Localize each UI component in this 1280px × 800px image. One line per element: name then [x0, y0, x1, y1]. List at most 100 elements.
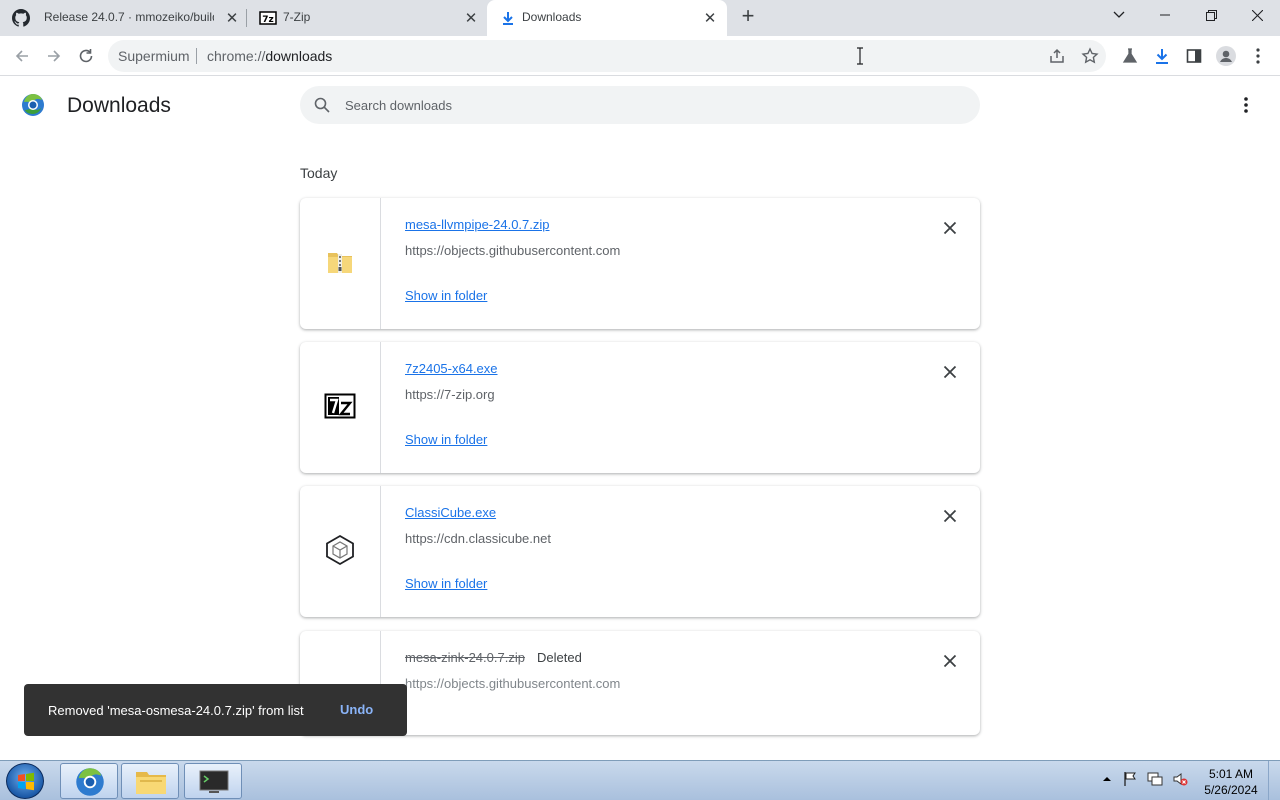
svg-text:7z: 7z [262, 15, 274, 25]
file-icon-column [300, 342, 381, 473]
tab-strip: Release 24.0.7 · mmozeiko/build ✕ 7z 7-Z… [0, 0, 1280, 36]
remove-from-list-icon[interactable] [940, 218, 960, 238]
downloads-button[interactable] [1151, 45, 1173, 67]
toast-notification: Removed 'mesa-osmesa-24.0.7.zip' from li… [24, 684, 407, 736]
clock-date: 5/26/2024 [1204, 783, 1258, 797]
chevron-down-icon [1113, 11, 1125, 18]
show-in-folder-link[interactable]: Show in folder [405, 432, 487, 447]
avatar-icon [1216, 46, 1236, 66]
profile-button[interactable] [1215, 45, 1237, 67]
7zip-icon: 7z [259, 11, 277, 25]
text-cursor-icon [857, 47, 863, 65]
download-icon [503, 12, 513, 25]
clock-time: 5:01 AM [1208, 767, 1254, 781]
show-desktop-button[interactable] [1268, 761, 1280, 800]
flask-icon [1122, 48, 1138, 63]
more-actions-icon[interactable] [1236, 95, 1256, 115]
download-item: ClassiCube.exe https://cdn.classicube.ne… [300, 486, 980, 617]
toast-message: Removed 'mesa-osmesa-24.0.7.zip' from li… [48, 703, 304, 718]
restore-icon [1205, 9, 1217, 21]
star-icon [1081, 47, 1099, 64]
reload-icon [79, 49, 93, 63]
undo-button[interactable]: Undo [340, 702, 373, 717]
address-bar[interactable]: Supermium chrome://downloads [108, 40, 1106, 72]
network-icon[interactable] [1147, 771, 1163, 787]
restore-button[interactable] [1188, 0, 1234, 30]
minimize-icon [1160, 14, 1170, 16]
zip-folder-icon [328, 253, 352, 273]
cube-icon [326, 534, 354, 566]
taskbar-terminal-button[interactable] [184, 763, 242, 799]
supermium-logo-icon [22, 94, 44, 116]
download-item: 7z2405-x64.exe https://7-zip.org Show in… [300, 342, 980, 473]
side-panel-icon [1186, 49, 1202, 63]
new-tab-button[interactable]: + [737, 5, 759, 28]
tab-downloads[interactable]: Downloads ✕ [487, 0, 727, 36]
close-icon [1251, 9, 1263, 21]
file-icon-column [300, 486, 381, 617]
download-item: mesa-llvmpipe-24.0.7.zip https://objects… [300, 198, 980, 329]
file-name-deleted: mesa-zink-24.0.7.zip [405, 650, 525, 665]
bookmark-button[interactable] [1081, 47, 1099, 65]
page-title: Downloads [67, 94, 171, 117]
side-panel-button[interactable] [1183, 45, 1205, 67]
site-chip: Supermium [118, 48, 190, 64]
action-center-flag-icon[interactable] [1122, 771, 1138, 787]
status-badge: Deleted [537, 650, 582, 665]
source-url[interactable]: https://7-zip.org [405, 387, 495, 402]
url-scheme: chrome:// [207, 48, 266, 64]
remove-from-list-icon[interactable] [940, 651, 960, 671]
volume-muted-icon[interactable] [1172, 771, 1188, 787]
7zip-icon [324, 393, 356, 419]
browser-menu-button[interactable] [1247, 45, 1269, 67]
browser-toolbar: Supermium chrome://downloads [0, 36, 1280, 76]
start-button[interactable] [6, 763, 44, 799]
file-name-link[interactable]: mesa-llvmpipe-24.0.7.zip [405, 217, 550, 232]
forward-button[interactable] [43, 45, 65, 67]
source-url[interactable]: https://objects.githubusercontent.com [405, 243, 620, 258]
windows-logo-icon [18, 772, 34, 791]
share-icon [1050, 48, 1064, 63]
download-icon [1156, 49, 1168, 64]
source-url[interactable]: https://cdn.classicube.net [405, 531, 551, 546]
supermium-icon [76, 768, 104, 796]
remove-from-list-icon[interactable] [940, 362, 960, 382]
taskbar-browser-button[interactable] [60, 763, 118, 799]
search-icon [314, 97, 330, 113]
file-name-link[interactable]: ClassiCube.exe [405, 505, 496, 520]
minimize-button[interactable] [1142, 0, 1188, 30]
more-vert-icon [1256, 48, 1260, 64]
date-section-label: Today [300, 165, 338, 181]
taskbar-explorer-button[interactable] [121, 763, 179, 799]
tab-7zip[interactable]: 7z 7-Zip ✕ [247, 0, 487, 36]
folder-icon [136, 772, 166, 794]
windows-taskbar: 5:01 AM 5/26/2024 [0, 760, 1280, 800]
show-hidden-icons-icon[interactable] [1099, 771, 1115, 787]
file-name-link[interactable]: 7z2405-x64.exe [405, 361, 498, 376]
share-button[interactable] [1048, 47, 1066, 65]
show-in-folder-link[interactable]: Show in folder [405, 576, 487, 591]
close-tab-icon[interactable]: ✕ [461, 8, 481, 28]
terminal-icon [199, 770, 229, 793]
extensions-button[interactable] [1119, 45, 1141, 67]
arrow-right-icon [48, 50, 61, 62]
url-text: chrome://downloads [207, 48, 332, 64]
reload-button[interactable] [75, 45, 97, 67]
source-url[interactable]: https://objects.githubusercontent.com [405, 676, 620, 691]
close-tab-icon[interactable]: ✕ [700, 8, 720, 28]
tab-search-button[interactable] [1096, 0, 1142, 30]
arrow-left-icon [15, 50, 28, 62]
remove-from-list-icon[interactable] [940, 506, 960, 526]
search-bar[interactable] [300, 86, 980, 124]
show-in-folder-link[interactable]: Show in folder [405, 288, 487, 303]
close-tab-icon[interactable]: ✕ [222, 8, 242, 28]
tab-github-release[interactable]: Release 24.0.7 · mmozeiko/build ✕ [0, 0, 246, 36]
omnibox-divider [196, 48, 197, 64]
back-button[interactable] [11, 45, 33, 67]
tab-title: 7-Zip [283, 10, 311, 24]
close-window-button[interactable] [1234, 0, 1280, 30]
search-input[interactable] [345, 86, 945, 124]
github-icon [12, 9, 30, 27]
system-clock[interactable]: 5:01 AM 5/26/2024 [1198, 766, 1264, 798]
tab-title: Release 24.0.7 · mmozeiko/build [44, 10, 214, 24]
